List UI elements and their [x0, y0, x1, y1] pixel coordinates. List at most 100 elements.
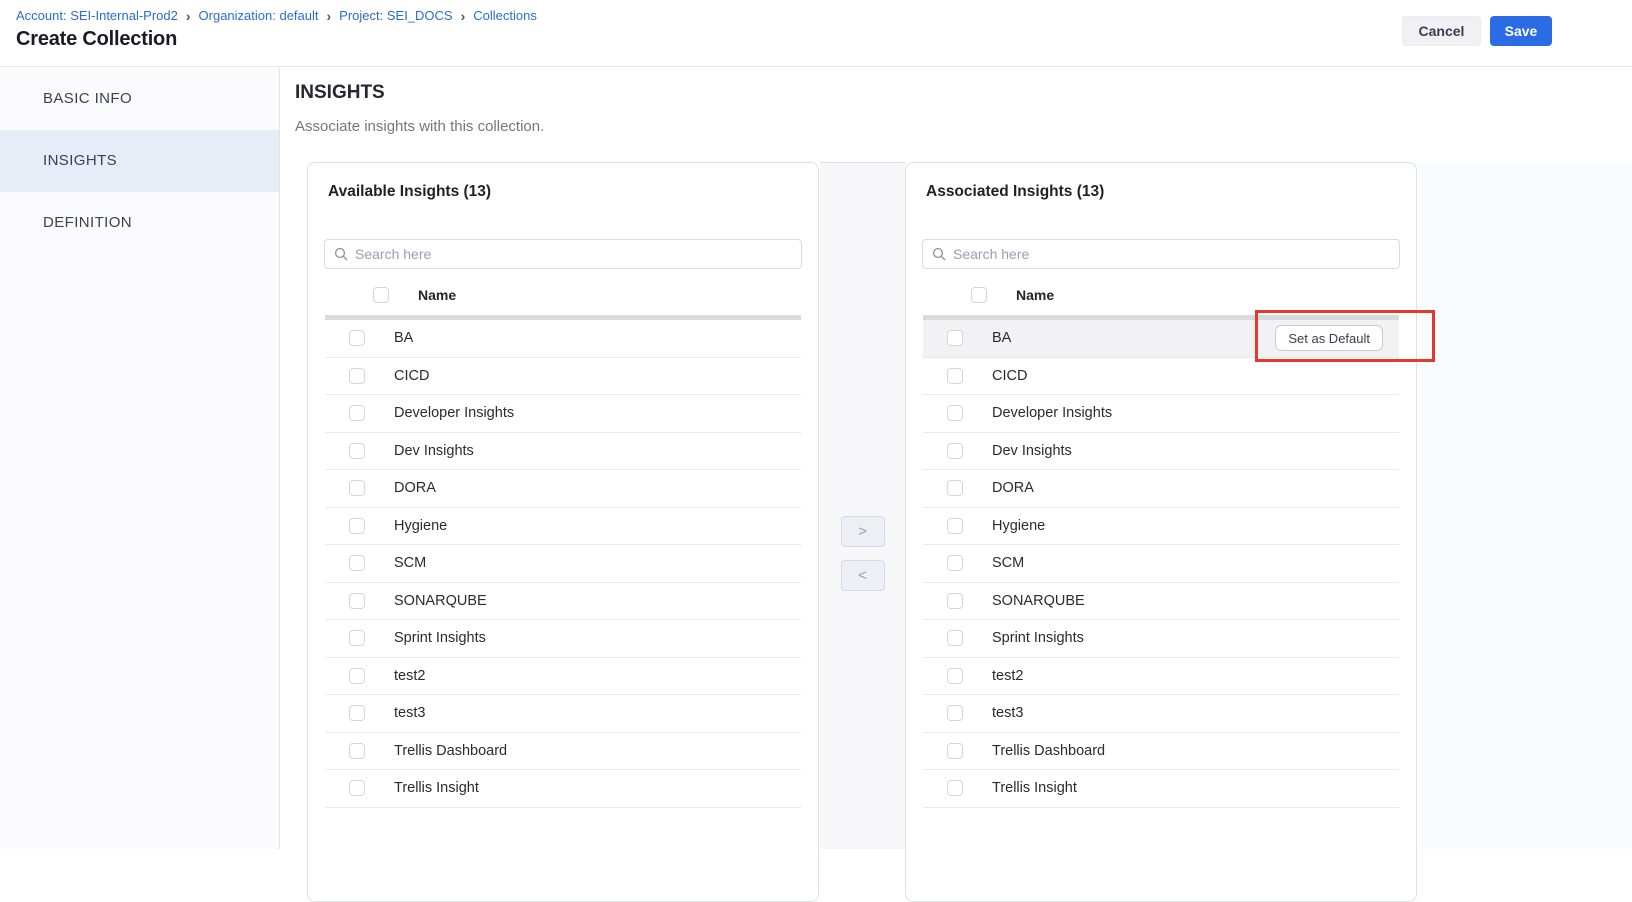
row-label: Sprint Insights	[992, 630, 1084, 646]
row-checkbox[interactable]	[947, 668, 963, 684]
table-row[interactable]: BA	[325, 320, 801, 358]
search-icon	[334, 247, 348, 261]
row-checkbox[interactable]	[947, 630, 963, 646]
row-checkbox[interactable]	[349, 593, 365, 609]
name-column-header: Name	[1016, 287, 1054, 303]
row-checkbox[interactable]	[947, 593, 963, 609]
row-checkbox[interactable]	[947, 518, 963, 534]
table-row[interactable]: CICD	[325, 358, 801, 396]
table-row[interactable]: SCM	[325, 545, 801, 583]
breadcrumb-organization-link[interactable]: Organization: default	[199, 8, 319, 23]
available-search-box	[324, 239, 802, 269]
associated-search-input[interactable]	[953, 246, 1390, 262]
row-checkbox[interactable]	[349, 630, 365, 646]
move-left-button[interactable]: <	[841, 560, 885, 591]
table-row[interactable]: DORA	[325, 470, 801, 508]
row-label: BA	[394, 330, 413, 346]
row-label: test3	[992, 705, 1023, 721]
row-checkbox[interactable]	[349, 668, 365, 684]
page-header: Account: SEI-Internal-Prod2 › Organizati…	[0, 0, 1632, 67]
associated-insights-panel: Associated Insights (13) Name BA Set as …	[905, 162, 1417, 902]
row-label: Sprint Insights	[394, 630, 486, 646]
row-checkbox[interactable]	[947, 405, 963, 421]
table-row[interactable]: SCM	[923, 545, 1399, 583]
table-row[interactable]: Sprint Insights	[325, 620, 801, 658]
table-row[interactable]: Hygiene	[923, 508, 1399, 546]
row-checkbox[interactable]	[947, 555, 963, 571]
row-label: Trellis Insight	[992, 780, 1077, 796]
table-row[interactable]: Sprint Insights	[923, 620, 1399, 658]
table-row[interactable]: SONARQUBE	[325, 583, 801, 621]
table-row[interactable]: Developer Insights	[923, 395, 1399, 433]
row-checkbox[interactable]	[349, 480, 365, 496]
row-label: Trellis Dashboard	[394, 743, 507, 759]
available-insights-list: BA CICD Developer Insights Dev Insights …	[325, 320, 801, 808]
table-row[interactable]: test3	[325, 695, 801, 733]
row-checkbox[interactable]	[349, 330, 365, 346]
row-checkbox[interactable]	[947, 443, 963, 459]
breadcrumb-collections-link[interactable]: Collections	[473, 8, 537, 23]
row-checkbox[interactable]	[349, 443, 365, 459]
row-checkbox[interactable]	[947, 368, 963, 384]
sidebar-item-definition[interactable]: DEFINITION	[0, 192, 279, 254]
table-row[interactable]: SONARQUBE	[923, 583, 1399, 621]
row-label: BA	[992, 330, 1011, 346]
available-search-input[interactable]	[355, 246, 792, 262]
breadcrumb-project-link[interactable]: Project: SEI_DOCS	[339, 8, 452, 23]
row-checkbox[interactable]	[349, 518, 365, 534]
select-all-checkbox[interactable]	[373, 287, 389, 303]
table-row[interactable]: Trellis Insight	[325, 770, 801, 808]
sidebar-item-basic-info[interactable]: BASIC INFO	[0, 68, 279, 130]
row-label: Hygiene	[992, 518, 1045, 534]
row-label: test3	[394, 705, 425, 721]
row-checkbox[interactable]	[349, 705, 365, 721]
table-row[interactable]: CICD	[923, 358, 1399, 396]
table-row[interactable]: DORA	[923, 470, 1399, 508]
search-icon	[932, 247, 946, 261]
row-checkbox[interactable]	[947, 330, 963, 346]
sidebar-item-insights[interactable]: INSIGHTS	[0, 130, 279, 192]
row-checkbox[interactable]	[947, 780, 963, 796]
row-checkbox[interactable]	[947, 705, 963, 721]
table-row[interactable]: Dev Insights	[923, 433, 1399, 471]
row-label: SCM	[394, 555, 426, 571]
section-heading: INSIGHTS	[295, 82, 385, 104]
row-checkbox[interactable]	[947, 480, 963, 496]
table-row[interactable]: Trellis Insight	[923, 770, 1399, 808]
breadcrumb: Account: SEI-Internal-Prod2 › Organizati…	[16, 8, 537, 23]
associated-search-box	[922, 239, 1400, 269]
available-table-header: Name	[325, 275, 801, 315]
chevron-right-icon: ›	[461, 9, 466, 23]
transfer-strip: > <	[820, 162, 905, 849]
row-checkbox[interactable]	[349, 368, 365, 384]
row-checkbox[interactable]	[947, 743, 963, 759]
chevron-right-icon: ›	[186, 9, 191, 23]
table-row[interactable]: BA Set as Default	[923, 320, 1399, 358]
row-label: CICD	[394, 368, 429, 384]
row-checkbox[interactable]	[349, 555, 365, 571]
set-as-default-button[interactable]: Set as Default	[1275, 325, 1383, 351]
cancel-button[interactable]: Cancel	[1402, 16, 1481, 46]
row-label: DORA	[394, 480, 436, 496]
row-checkbox[interactable]	[349, 405, 365, 421]
row-checkbox[interactable]	[349, 743, 365, 759]
table-row[interactable]: test2	[923, 658, 1399, 696]
table-row[interactable]: Trellis Dashboard	[325, 733, 801, 771]
table-row[interactable]: test3	[923, 695, 1399, 733]
associated-insights-title: Associated Insights (13)	[926, 183, 1396, 201]
table-row[interactable]: Hygiene	[325, 508, 801, 546]
page-title: Create Collection	[16, 28, 177, 51]
select-all-checkbox[interactable]	[971, 287, 987, 303]
row-label: test2	[394, 668, 425, 684]
chevron-right-icon: ›	[327, 9, 332, 23]
save-button[interactable]: Save	[1490, 16, 1552, 46]
table-row[interactable]: Developer Insights	[325, 395, 801, 433]
row-checkbox[interactable]	[349, 780, 365, 796]
move-right-button[interactable]: >	[841, 516, 885, 547]
associated-table-header: Name	[923, 275, 1399, 315]
table-row[interactable]: test2	[325, 658, 801, 696]
table-row[interactable]: Trellis Dashboard	[923, 733, 1399, 771]
table-row[interactable]: Dev Insights	[325, 433, 801, 471]
available-insights-panel: Available Insights (13) Name BA CICD Dev…	[307, 162, 819, 902]
breadcrumb-account-link[interactable]: Account: SEI-Internal-Prod2	[16, 8, 178, 23]
